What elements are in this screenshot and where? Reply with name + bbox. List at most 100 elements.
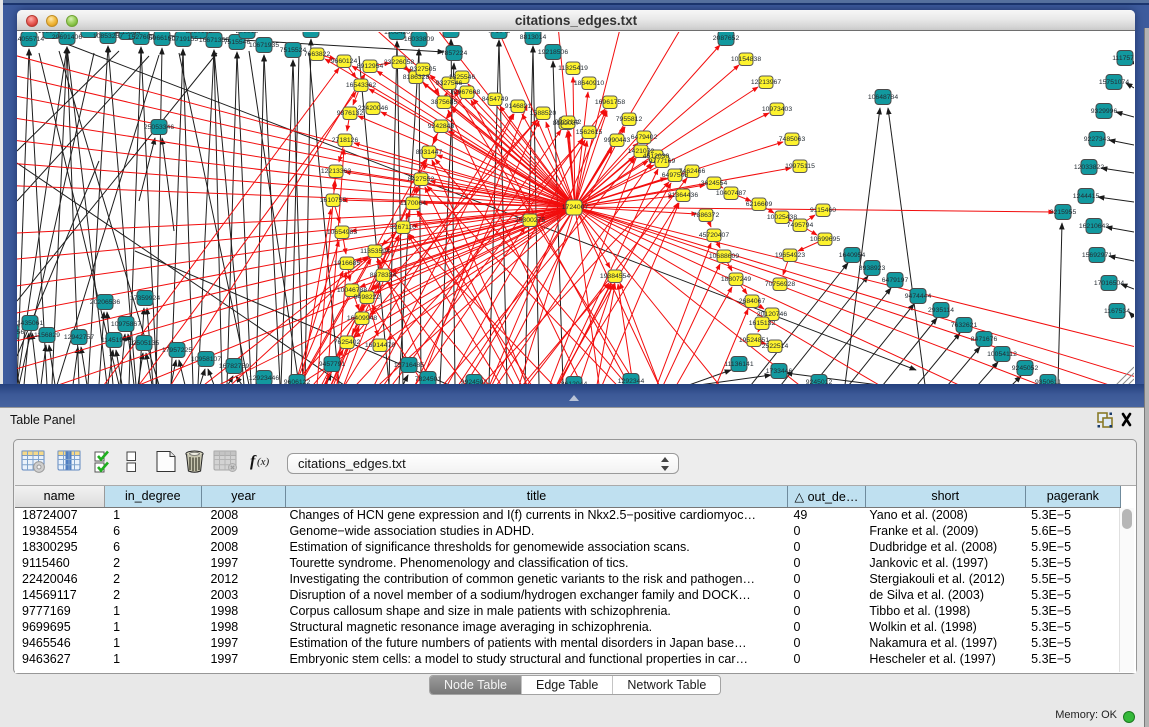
svg-text:3624554: 3624554: [701, 180, 728, 187]
svg-text:771042: 771042: [488, 32, 511, 35]
svg-text:10654983: 10654983: [327, 229, 357, 236]
svg-text:3915456: 3915456: [17, 329, 24, 336]
svg-text:1724007: 1724007: [562, 204, 589, 211]
svg-text:3215955: 3215955: [1050, 209, 1077, 216]
svg-text:12505135: 12505135: [129, 340, 159, 347]
svg-text:2718126: 2718126: [332, 137, 359, 144]
svg-text:10973403: 10973403: [762, 106, 792, 113]
svg-text:1244415: 1244415: [1073, 193, 1100, 200]
svg-text:2684067: 2684067: [739, 298, 766, 305]
svg-text:10958107: 10958107: [191, 356, 221, 363]
svg-text:2522514: 2522514: [762, 343, 789, 350]
svg-text:11353594: 11353594: [360, 248, 390, 255]
svg-text:14055714: 14055714: [17, 36, 44, 43]
svg-text:16914479: 16914479: [365, 342, 395, 349]
svg-text:10025438: 10025438: [767, 214, 797, 221]
svg-text:8454749: 8454749: [482, 96, 509, 103]
svg-text:6216609: 6216609: [746, 201, 773, 208]
svg-text:22420046: 22420046: [358, 105, 388, 112]
svg-text:9715504: 9715504: [114, 32, 141, 36]
svg-text:15716485: 15716485: [394, 362, 424, 369]
svg-text:9777169: 9777169: [649, 158, 676, 165]
svg-text:2450102: 2450102: [186, 32, 213, 35]
svg-text:17359924: 17359924: [130, 295, 160, 302]
svg-text:18640910: 18640910: [574, 80, 604, 87]
svg-text:6479197: 6479197: [882, 277, 909, 284]
svg-text:1640954: 1640954: [839, 252, 866, 259]
svg-text:9660124: 9660124: [331, 58, 358, 65]
svg-text:1325546: 1325546: [449, 74, 476, 81]
svg-text:(x): (x): [257, 456, 270, 468]
svg-text:16961758: 16961758: [595, 99, 625, 106]
svg-text:2967608: 2967608: [454, 89, 481, 96]
svg-text:205512: 205512: [236, 32, 259, 35]
svg-text:25300275: 25300275: [515, 217, 545, 224]
svg-text:7462466: 7462466: [679, 168, 706, 175]
svg-text:10046788: 10046788: [337, 287, 367, 294]
svg-text:17016504: 17016504: [1094, 280, 1124, 287]
svg-text:17957225: 17957225: [162, 347, 192, 354]
svg-text:10054112: 10054112: [987, 351, 1017, 358]
svg-text:10699695: 10699695: [810, 236, 840, 243]
svg-text:9327546: 9327546: [436, 80, 463, 87]
svg-text:70756928: 70756928: [765, 281, 795, 288]
svg-text:16409948: 16409948: [347, 315, 377, 322]
svg-text:2935114: 2935114: [928, 307, 954, 314]
svg-text:21364436: 21364436: [668, 192, 698, 199]
svg-text:19654923: 19654923: [775, 252, 805, 259]
svg-text:19384554: 19384554: [600, 273, 630, 280]
svg-text:7495794: 7495794: [787, 222, 814, 229]
svg-text:8813014: 8813014: [520, 34, 547, 41]
svg-text:12213967: 12213967: [751, 79, 781, 86]
svg-text:8225214: 8225214: [76, 32, 103, 34]
svg-text:7515524: 7515524: [280, 47, 307, 54]
svg-text:9498222: 9498222: [354, 294, 381, 301]
svg-text:20120746: 20120746: [757, 311, 787, 318]
svg-text:10407487: 10407487: [716, 190, 746, 197]
svg-text:10719155: 10719155: [168, 36, 198, 43]
svg-text:9245052: 9245052: [1012, 365, 1039, 372]
svg-text:10671935: 10671935: [249, 42, 279, 49]
svg-text:7886372: 7886372: [693, 212, 720, 219]
svg-text:8878334: 8878334: [370, 272, 397, 279]
svg-text:7857224: 7857224: [441, 50, 468, 57]
svg-text:11325419: 11325419: [558, 65, 588, 72]
svg-text:1610755: 1610755: [320, 197, 347, 204]
svg-text:9457791: 9457791: [319, 361, 346, 368]
svg-text:9329996: 9329996: [1091, 108, 1118, 115]
svg-text:8186328: 8186328: [403, 74, 430, 81]
svg-text:18807249: 18807249: [721, 276, 751, 283]
svg-text:1117575: 1117575: [1112, 55, 1134, 62]
svg-text:23226058: 23226058: [384, 59, 414, 66]
svg-text:10688609: 10688609: [709, 253, 739, 260]
svg-text:8471676: 8471676: [971, 336, 998, 343]
svg-text:12033822: 12033822: [1074, 164, 1104, 171]
svg-text:19218506: 19218506: [538, 49, 568, 56]
svg-text:8133410: 8133410: [438, 32, 465, 34]
svg-text:3875685: 3875685: [431, 99, 458, 106]
svg-text:12942757: 12942757: [64, 334, 94, 341]
svg-text:16210643: 16210643: [1079, 223, 1109, 230]
svg-text:45720407: 45720407: [699, 232, 729, 239]
svg-text:9146821: 9146821: [505, 103, 532, 110]
svg-text:1106420: 1106420: [384, 32, 410, 36]
svg-text:3267110: 3267110: [390, 224, 416, 231]
svg-text:10648784: 10648784: [868, 94, 898, 101]
svg-text:1955010: 1955010: [38, 32, 65, 35]
svg-text:1145194: 1145194: [101, 337, 127, 344]
svg-text:8427552: 8427552: [408, 176, 435, 183]
svg-text:7663822: 7663822: [304, 51, 331, 58]
svg-text:9474444: 9474444: [905, 293, 932, 300]
svg-text:16543362: 16543362: [346, 82, 376, 89]
svg-text:19975115: 19975115: [785, 163, 815, 170]
svg-text:9227343: 9227343: [1084, 136, 1111, 143]
svg-text:1156829: 1156829: [34, 332, 60, 339]
svg-text:8938923: 8938923: [859, 265, 886, 272]
svg-text:7824501: 7824501: [415, 376, 442, 383]
svg-text:9990443: 9990443: [604, 137, 631, 144]
svg-text:10154838: 10154838: [731, 56, 761, 63]
svg-text:1615132: 1615132: [749, 320, 776, 327]
svg-text:9115460: 9115460: [810, 207, 836, 214]
svg-text:8031447: 8031447: [416, 149, 443, 156]
svg-text:12923446: 12923446: [249, 375, 279, 382]
